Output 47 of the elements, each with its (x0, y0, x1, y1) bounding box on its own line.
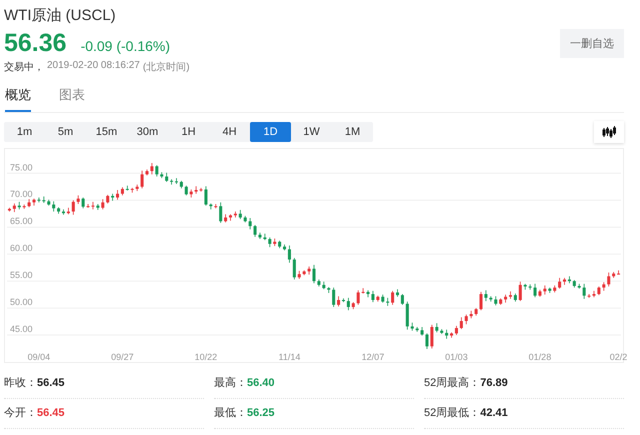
chart-type-button[interactable] (594, 121, 624, 143)
stat-label: 52周最高： (424, 377, 480, 389)
price-change: -0.09 (-0.16%) (80, 38, 170, 54)
remove-watchlist-button[interactable]: 一删自选 (560, 29, 624, 58)
stat-label: 最高： (214, 377, 247, 389)
candlestick-icon (602, 126, 616, 138)
stat-label: 昨收： (4, 377, 37, 389)
stat-value: 76.89 (480, 377, 508, 389)
y-axis-label: 60.00 (10, 243, 33, 254)
timestamp: 2019-02-20 08:16:27 (47, 60, 140, 73)
price: 56.36 (4, 29, 67, 58)
stat-value: 56.40 (247, 377, 275, 389)
x-axis-label: 02/2 (610, 352, 628, 362)
period-button[interactable]: 5m (45, 122, 86, 142)
period-button[interactable]: 15m (86, 122, 127, 142)
stat-value: 56.45 (37, 377, 65, 389)
period-button[interactable]: 4H (209, 122, 250, 142)
stat-value: 56.45 (37, 407, 65, 419)
period-button[interactable]: 1W (291, 122, 332, 142)
x-axis-label: 09/27 (111, 352, 134, 362)
y-axis-label: 55.00 (10, 270, 33, 280)
stat-label: 今开： (4, 407, 37, 419)
tab[interactable]: 概览 (5, 86, 31, 112)
tab[interactable]: 图表 (59, 86, 85, 112)
period-button[interactable]: 1m (4, 122, 45, 142)
period-button[interactable]: 1H (168, 122, 209, 142)
instrument-title: WTI原油 (USCL) (4, 6, 117, 25)
stat-value: 42.41 (480, 407, 508, 419)
x-axis-label: 10/22 (194, 352, 218, 362)
stat-label: 最低： (214, 407, 247, 419)
x-axis-label: 11/14 (278, 352, 300, 362)
x-axis-label: 09/04 (28, 352, 50, 362)
x-axis-label: 01/03 (445, 352, 468, 362)
y-axis-label: 50.00 (10, 297, 33, 308)
period-button[interactable]: 1M (332, 122, 373, 142)
y-axis-label: 70.00 (10, 189, 33, 200)
timezone-label: (北京时间) (142, 60, 190, 74)
stat-label: 52周最低： (424, 407, 480, 419)
x-axis-label: 12/07 (362, 352, 384, 362)
y-axis-label: 65.00 (10, 216, 33, 226)
period-button[interactable]: 30m (127, 122, 168, 142)
x-axis-label: 01/28 (528, 352, 552, 362)
trading-status: 交易中， (4, 60, 44, 74)
y-axis-label: 75.00 (10, 162, 33, 172)
period-button[interactable]: 1D (250, 122, 291, 142)
stat-value: 56.25 (247, 407, 275, 419)
y-axis-label: 45.00 (10, 324, 33, 334)
